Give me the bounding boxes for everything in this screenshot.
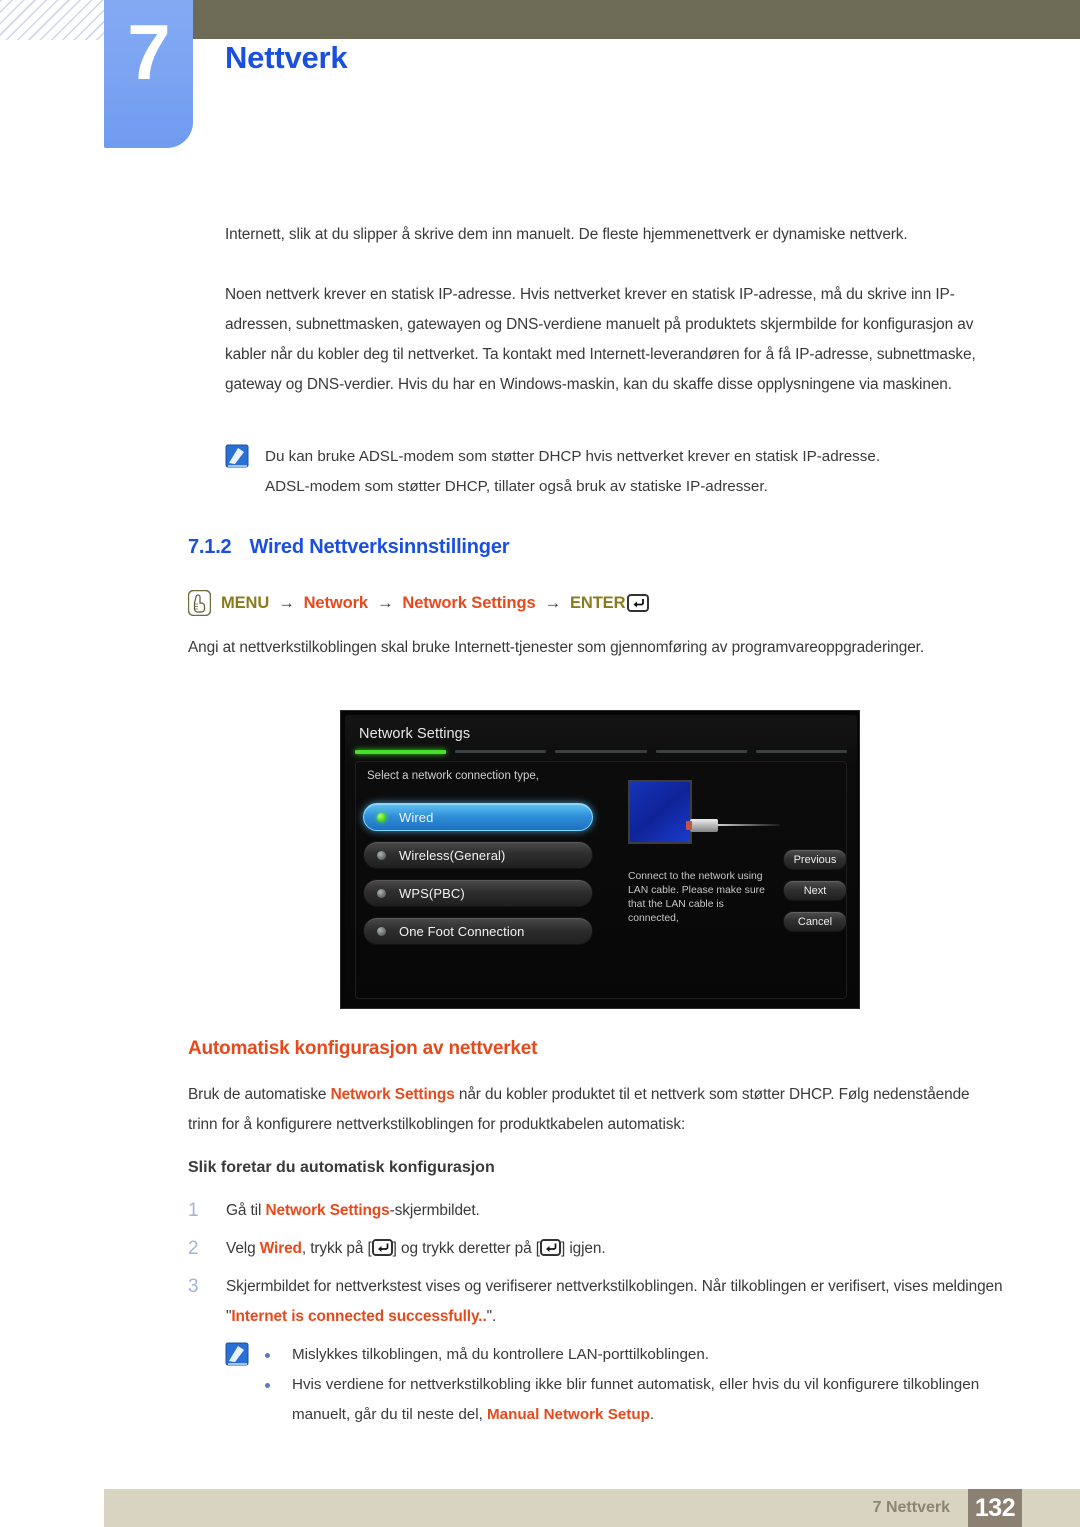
connection-type-list: Wired Wireless(General) WPS(PBC) One Foo… [363, 803, 593, 955]
tv-screen: Network Settings Select a network connec… [345, 715, 857, 1006]
enter-key-icon [539, 1237, 561, 1256]
page-number: 132 [974, 1493, 1016, 1522]
next-button[interactable]: Next [783, 880, 847, 901]
menu-path-item-enter[interactable]: ENTER [570, 594, 626, 613]
menu-path: MENU → Network → Network Settings → ENTE… [187, 589, 650, 617]
lan-device-illustration [628, 780, 692, 844]
section-heading: 7.1.2 Wired Nettverksinnstillinger [188, 536, 510, 559]
progress-segment-2 [455, 750, 547, 753]
progress-segment-3 [555, 750, 647, 753]
tv-progress-bar [355, 750, 848, 754]
paragraph-intro: Internett, slik at du slipper å skrive d… [225, 226, 908, 243]
note-line-1: Du kan bruke ADSL-modem som støtter DHCP… [265, 448, 881, 465]
option-one-foot-connection[interactable]: One Foot Connection [363, 917, 593, 945]
para4-link: Network Settings [330, 1086, 455, 1103]
heading-auto-config: Automatisk konfigurasjon av nettverket [188, 1038, 538, 1059]
note-bullet-item: Mislykkes tilkoblingen, må du kontroller… [265, 1340, 995, 1370]
step-text: Skjermbildet for nettverkstest vises og … [226, 1272, 1016, 1332]
option-label: Wireless(General) [399, 847, 506, 863]
step-item: 3 Skjermbildet for nettverkstest vises o… [188, 1272, 1018, 1332]
menu-path-arrow-2: → [377, 593, 394, 612]
note-box-troubleshoot: Mislykkes tilkoblingen, må du kontroller… [225, 1340, 1005, 1430]
header-olive-bar [193, 0, 1080, 39]
chapter-number: 7 [127, 8, 170, 96]
note2-bullet-2-link: Manual Network Setup [487, 1406, 650, 1423]
progress-segment-4 [655, 750, 747, 753]
hand-press-icon [187, 589, 212, 617]
menu-path-item-network[interactable]: Network [304, 594, 369, 613]
step2-mid1: , trykk på [ [301, 1240, 372, 1257]
step-item: 2 Velg Wired, trykk på [ ] og trykk deret… [188, 1234, 1018, 1264]
option-wired[interactable]: Wired [363, 803, 593, 831]
paragraph-connection-purpose: Angi at nettverkstilkoblingen skal bruke… [188, 639, 925, 656]
previous-button[interactable]: Previous [783, 849, 847, 870]
step-number: 1 [188, 1200, 199, 1221]
note2-bullet-2-post: . [649, 1406, 655, 1423]
steps-list: 1 Gå til Network Settings-skjermbildet. … [188, 1196, 1018, 1340]
radio-dot-icon [377, 850, 386, 860]
tv-description-text: Connect to the network using LAN cable. … [628, 871, 765, 924]
hatch-decoration [0, 0, 104, 40]
chapter-title: Nettverk [225, 40, 348, 75]
menu-path-item-network-settings[interactable]: Network Settings [402, 594, 535, 613]
step1-pre: Gå til [226, 1202, 266, 1219]
menu-path-arrow-1: → [278, 593, 295, 612]
paragraph-static-ip: Noen nettverk krever en statisk IP-adres… [225, 286, 976, 393]
note-bullets: Mislykkes tilkoblingen, må du kontroller… [265, 1340, 995, 1430]
step-number: 2 [188, 1238, 199, 1259]
chapter-badge: 7 [104, 0, 193, 148]
heading-howto: Slik foretar du automatisk konfigurasjon [188, 1159, 495, 1176]
section-title: Wired Nettverksinnstillinger [249, 536, 510, 558]
manual-page: 7 Nettverk Internett, slik at du slipper… [0, 0, 1080, 1527]
tv-button-group: Previous Next Cancel [783, 849, 847, 942]
lan-cable-icon [718, 824, 780, 826]
menu-path-item-menu[interactable]: MENU [221, 594, 269, 613]
note2-bullet-1: Mislykkes tilkoblingen, må du kontroller… [292, 1346, 710, 1363]
note-line-2: ADSL-modem som støtter DHCP, tillater og… [265, 478, 768, 495]
step1-link: Network Settings [265, 1202, 390, 1219]
note-icon [225, 444, 251, 470]
step-number: 3 [188, 1276, 199, 1297]
footer-page-box: 132 [968, 1489, 1022, 1527]
progress-segment-5 [755, 750, 848, 753]
enter-key-icon [627, 594, 650, 612]
step2-pre: Velg [226, 1240, 260, 1257]
section-number: 7.1.2 [188, 536, 232, 558]
para4-pre: Bruk de automatiske [188, 1086, 331, 1103]
step-text: Gå til Network Settings-skjermbildet. [226, 1196, 480, 1226]
step2-post: ] igjen. [560, 1240, 606, 1257]
radio-dot-icon [377, 926, 386, 936]
menu-path-arrow-3: → [544, 593, 562, 612]
step1-post: -skjermbildet. [389, 1202, 480, 1219]
radio-dot-icon [377, 812, 386, 822]
radio-dot-icon [377, 888, 386, 898]
note-bullet-item: Hvis verdiene for nettverkstilkobling ik… [265, 1370, 995, 1430]
footer-chapter-label: 7 Nettverk [872, 1499, 950, 1516]
step3-post: ". [486, 1308, 497, 1325]
lan-plug-icon [686, 819, 718, 832]
bullet-dot-icon [265, 1383, 270, 1388]
cancel-button[interactable]: Cancel [783, 911, 847, 932]
paragraph-auto-config: Bruk de automatiske Network Settings når… [188, 1080, 993, 1140]
step2-link: Wired [259, 1240, 302, 1257]
step-item: 1 Gå til Network Settings-skjermbildet. [188, 1196, 1018, 1226]
option-label: WPS(PBC) [399, 885, 465, 901]
note-text-container: Du kan bruke ADSL-modem som støtter DHCP… [265, 442, 880, 502]
tv-screenshot: Network Settings Select a network connec… [340, 710, 860, 1009]
bullet-dot-icon [265, 1353, 270, 1358]
option-wps-pbc[interactable]: WPS(PBC) [363, 879, 593, 907]
option-wireless-general[interactable]: Wireless(General) [363, 841, 593, 869]
note-box-dhcp: Du kan bruke ADSL-modem som støtter DHCP… [225, 442, 985, 502]
option-label: One Foot Connection [399, 923, 525, 939]
step-text: Velg Wired, trykk på [ ] og trykk derette… [226, 1234, 606, 1264]
enter-key-icon [371, 1237, 393, 1256]
note-icon [225, 1342, 251, 1368]
tv-screen-title: Network Settings [359, 726, 471, 742]
tv-hint-text: Select a network connection type, [367, 770, 539, 782]
step2-mid2: ] og trykk deretter på [ [392, 1240, 540, 1257]
option-label: Wired [399, 809, 434, 825]
note2-bullet-2: Hvis verdiene for nettverkstilkobling ik… [292, 1370, 995, 1430]
step3-link: Internet is connected successfully.. [231, 1308, 487, 1325]
progress-segment-1 [355, 750, 447, 754]
